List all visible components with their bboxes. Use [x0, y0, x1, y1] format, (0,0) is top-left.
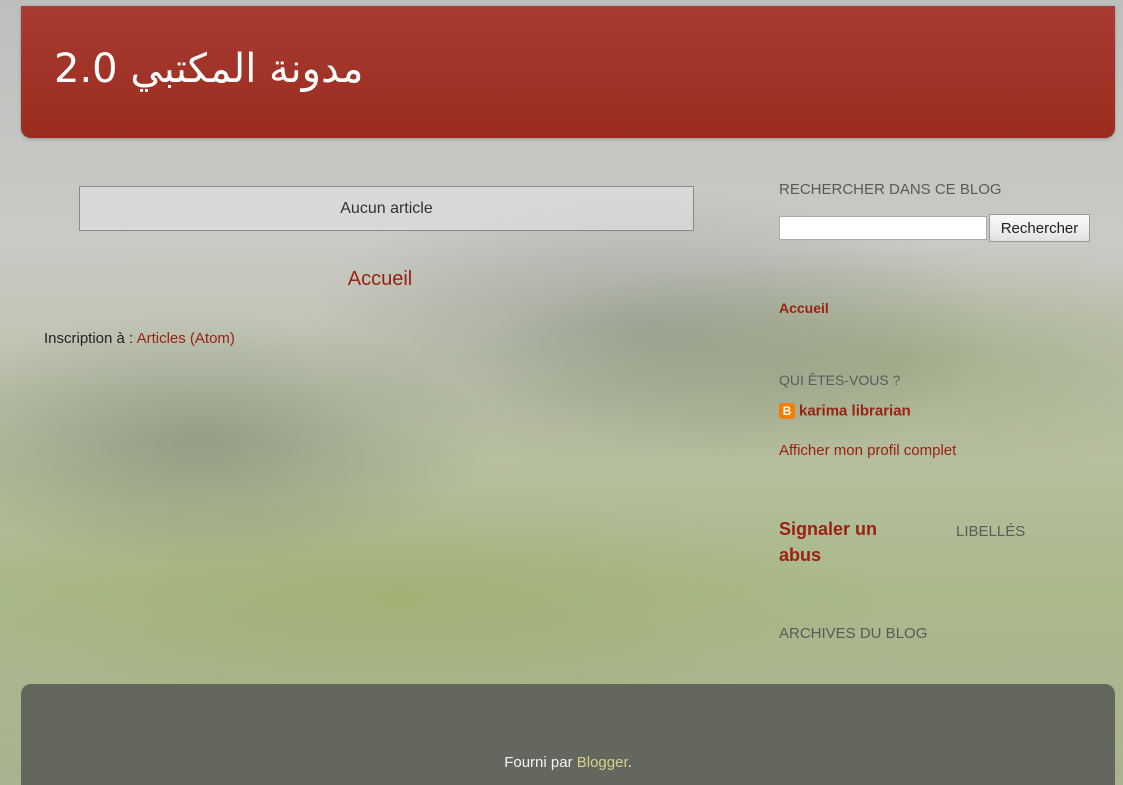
- profile-row: Bkarima librarian: [779, 402, 911, 422]
- footer: Fourni par Blogger.: [21, 684, 1115, 785]
- blogger-link[interactable]: Blogger: [577, 754, 628, 771]
- atom-feed-link[interactable]: Articles (Atom): [137, 330, 235, 347]
- full-profile-link[interactable]: Afficher mon profil complet: [779, 442, 956, 459]
- report-abuse-link[interactable]: Signaler un abus: [779, 516, 909, 568]
- blogger-icon: B: [779, 402, 795, 419]
- powered-by-period: .: [627, 754, 632, 771]
- search-input[interactable]: [779, 216, 987, 240]
- sidebar: RECHERCHER DANS CE BLOG Rechercher Accue…: [779, 0, 1109, 680]
- search-widget-title: RECHERCHER DANS CE BLOG: [779, 181, 1002, 198]
- subscribe-label: Inscription à :: [44, 330, 137, 347]
- archive-widget-title: ARCHIVES DU BLOG: [779, 625, 928, 642]
- subscribe-line: Inscription à : Articles (Atom): [44, 330, 235, 347]
- powered-by: Fourni par Blogger.: [21, 754, 1115, 771]
- search-button[interactable]: Rechercher: [989, 214, 1090, 242]
- labels-widget-title: LIBELLÉS: [956, 523, 1026, 540]
- profile-name-link[interactable]: karima librarian: [799, 402, 911, 419]
- no-posts-message: Aucun article: [79, 186, 694, 231]
- main-column: Aucun article Accueil Inscription à : Ar…: [0, 150, 760, 670]
- blog-title[interactable]: مدونة المكتبي 2.0: [54, 46, 363, 92]
- home-link[interactable]: Accueil: [260, 268, 500, 291]
- profile-widget-title: QUI ÊTES-VOUS ?: [779, 372, 901, 388]
- powered-by-label: Fourni par: [504, 754, 577, 771]
- sidebar-home-link[interactable]: Accueil: [779, 300, 829, 316]
